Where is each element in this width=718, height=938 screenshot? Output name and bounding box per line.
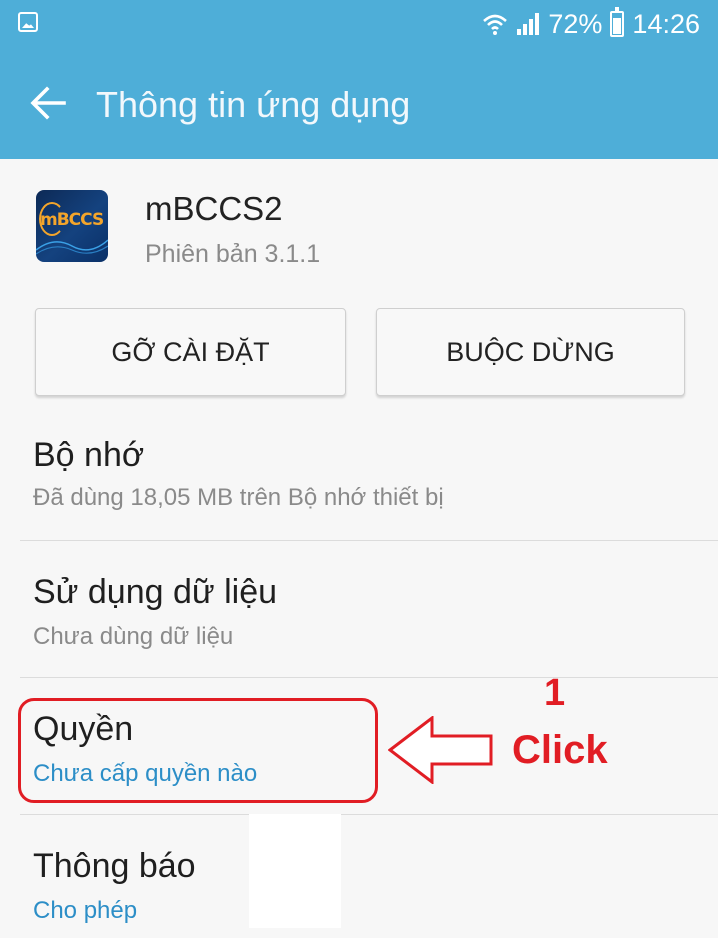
annotation-step-number: 1: [544, 672, 566, 714]
signal-icon: [517, 13, 540, 35]
data-usage-section[interactable]: Sử dụng dữ liệu Chưa dùng dữ liệu: [0, 541, 718, 677]
storage-title: Bộ nhớ: [33, 436, 145, 474]
back-arrow-icon[interactable]: [30, 86, 66, 120]
app-header: mBCCS mBCCS2 Phiên bản 3.1.1: [0, 160, 718, 300]
notifications-section[interactable]: Thông báo Cho phép: [0, 815, 718, 938]
notifications-title: Thông báo: [33, 847, 196, 885]
battery-icon: [610, 7, 625, 37]
storage-subtitle: Đã dùng 18,05 MB trên Bộ nhớ thiết bị: [33, 484, 444, 511]
uninstall-button[interactable]: GỠ CÀI ĐẶT: [35, 308, 346, 396]
redaction-block: [249, 814, 341, 928]
annotation-click-label: Click: [512, 728, 608, 772]
app-icon-logo: mBCCS: [40, 210, 104, 230]
data-usage-title: Sử dụng dữ liệu: [33, 573, 278, 611]
gallery-icon: [18, 12, 38, 32]
left-arrow-icon: [388, 716, 493, 784]
wifi-icon: [483, 14, 508, 35]
status-bar: 72% 14:26: [0, 0, 718, 48]
page-title: Thông tin ứng dụng: [96, 84, 411, 125]
storage-section[interactable]: Bộ nhớ Đã dùng 18,05 MB trên Bộ nhớ thiế…: [0, 420, 718, 540]
app-icon-wave: [36, 239, 108, 255]
app-version: Phiên bản 3.1.1: [145, 240, 321, 268]
app-name: mBCCS2: [145, 190, 283, 227]
status-indicators: 72% 14:26: [482, 6, 700, 42]
battery-percent: 72%: [548, 8, 603, 39]
app-bar: Thông tin ứng dụng: [0, 48, 718, 159]
notifications-subtitle: Cho phép: [33, 897, 138, 924]
status-time: 14:26: [632, 8, 700, 39]
data-usage-subtitle: Chưa dùng dữ liệu: [33, 623, 234, 650]
force-stop-button[interactable]: BUỘC DỪNG: [376, 308, 685, 396]
annotation-highlight-box: [18, 698, 378, 803]
app-icon: mBCCS: [36, 190, 108, 262]
